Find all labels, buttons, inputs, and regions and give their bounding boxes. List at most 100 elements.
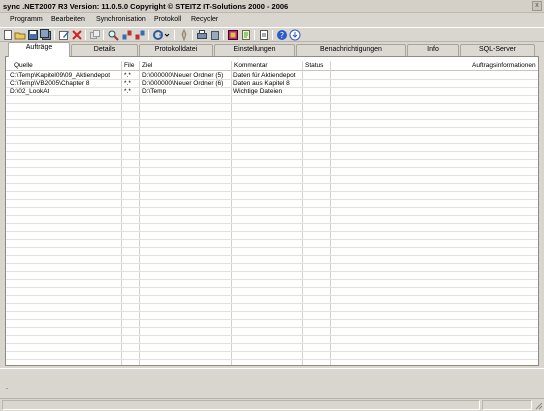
empty-row[interactable] [6, 320, 538, 328]
tab-protokolldatei[interactable]: Protokolldatei [139, 44, 213, 56]
tab-info[interactable]: Info [407, 44, 459, 56]
log-icon[interactable] [240, 29, 252, 41]
empty-row[interactable] [6, 352, 538, 360]
empty-row[interactable] [6, 240, 538, 248]
empty-row[interactable] [6, 272, 538, 280]
empty-row[interactable] [6, 160, 538, 168]
cell-quelle: C:\Temp\VB2005\Chapter 8 [10, 80, 90, 87]
empty-row[interactable] [6, 96, 538, 104]
tab-details[interactable]: Details [71, 44, 138, 56]
tab-benachrichtigungen[interactable]: Benachrichtigungen [296, 44, 406, 56]
column-header-status[interactable]: Status [305, 62, 323, 69]
tab-auftraege[interactable]: Aufträge [8, 42, 70, 57]
toolbar-separator [54, 30, 55, 40]
cell-file: *.* [124, 88, 131, 95]
cell-ziel: D:\Temp [142, 88, 167, 95]
empty-row[interactable] [6, 312, 538, 320]
tab-strip: Aufträge Details Protokolldatei Einstell… [0, 42, 544, 57]
cell-quelle: C:\Temp\Kapitel09\09_Aktiendepot [10, 72, 111, 79]
cell-file: *.* [124, 72, 131, 79]
copy-icon[interactable] [89, 29, 101, 41]
tab-sql-server[interactable]: SQL-Server [460, 44, 535, 56]
empty-row[interactable] [6, 104, 538, 112]
empty-row[interactable] [6, 232, 538, 240]
empty-row[interactable] [6, 128, 538, 136]
open-icon[interactable] [14, 29, 26, 41]
edit-icon[interactable] [58, 29, 70, 41]
column-header-file[interactable]: File [124, 62, 134, 69]
cell-ziel: D:\000000\Neuer Ordner (5) [142, 72, 224, 79]
toolbar-separator [148, 30, 149, 40]
cell-kommentar: Daten aus Kapitel 8 [233, 80, 290, 87]
spreadsheet-icon[interactable] [227, 29, 239, 41]
empty-row[interactable] [6, 192, 538, 200]
chevron-down-icon[interactable] [164, 29, 170, 41]
menu-protokoll[interactable]: Protokoll [154, 16, 181, 23]
jobs-grid: Quelle File Ziel Kommentar Status Auftra… [5, 56, 539, 366]
find-icon[interactable] [107, 29, 119, 41]
sync-icon[interactable] [121, 29, 133, 41]
toolbar-separator [103, 30, 104, 40]
toolbar-separator [85, 30, 86, 40]
tab-einstellungen[interactable]: Einstellungen [214, 44, 295, 56]
toolbar-separator [254, 30, 255, 40]
undo-icon[interactable] [152, 29, 164, 41]
menu-bearbeiten[interactable]: Bearbeiten [51, 16, 85, 23]
empty-row[interactable] [6, 264, 538, 272]
menu-synchronisation[interactable]: Synchronisation [96, 16, 146, 23]
empty-row[interactable] [6, 288, 538, 296]
toolbar-separator [223, 30, 224, 40]
column-header-ziel[interactable]: Ziel [142, 62, 152, 69]
save-all-icon[interactable] [40, 29, 52, 41]
toolbar-separator [174, 30, 175, 40]
empty-row[interactable] [6, 168, 538, 176]
resize-grip-icon[interactable] [534, 401, 543, 410]
column-header-kommentar[interactable]: Kommentar [234, 62, 268, 69]
empty-row[interactable] [6, 120, 538, 128]
column-header-quelle[interactable]: Quelle [14, 62, 33, 69]
table-row[interactable]: C:\Temp\VB2005\Chapter 8 *.* D:\000000\Neu… [6, 80, 538, 88]
empty-row[interactable] [6, 328, 538, 336]
empty-row[interactable] [6, 184, 538, 192]
menu-programm[interactable]: Programm [10, 16, 43, 23]
title-bar: sync .NET2007 R3 Version: 11.0.5.0 Copyr… [0, 0, 544, 13]
empty-row[interactable] [6, 216, 538, 224]
empty-row[interactable] [6, 224, 538, 232]
empty-row[interactable] [6, 304, 538, 312]
new-icon[interactable] [2, 29, 14, 41]
cell-kommentar: Daten für Aktiendepot [233, 72, 296, 79]
empty-row[interactable] [6, 296, 538, 304]
empty-row[interactable] [6, 344, 538, 352]
print-icon[interactable] [196, 29, 208, 41]
cell-quelle: D:\02_LookAt [10, 88, 50, 95]
disk-icon[interactable] [178, 28, 190, 42]
empty-row[interactable] [6, 176, 538, 184]
table-row[interactable]: D:\02_LookAt *.* D:\Temp Wichtige Dateien [6, 88, 538, 96]
sync-settings-icon[interactable] [134, 29, 146, 41]
empty-row[interactable] [6, 144, 538, 152]
empty-row[interactable] [6, 336, 538, 344]
grid-header: Quelle File Ziel Kommentar Status Auftra… [6, 61, 538, 71]
empty-row[interactable] [6, 136, 538, 144]
recycle-icon[interactable] [209, 29, 221, 41]
empty-row[interactable] [6, 152, 538, 160]
empty-row[interactable] [6, 280, 538, 288]
help-icon[interactable]: ? [276, 29, 288, 41]
save-icon[interactable] [27, 29, 39, 41]
close-button[interactable]: x [532, 1, 542, 11]
empty-row[interactable] [6, 112, 538, 120]
empty-row[interactable] [6, 248, 538, 256]
report-icon[interactable] [258, 29, 270, 41]
toolbar-separator [272, 30, 273, 40]
empty-row[interactable] [6, 256, 538, 264]
empty-row[interactable] [6, 208, 538, 216]
column-header-auftragsinformationen[interactable]: Auftragsinformationen [472, 62, 536, 69]
delete-icon[interactable] [71, 29, 83, 41]
empty-row[interactable] [6, 200, 538, 208]
cell-file: *.* [124, 80, 131, 87]
table-row[interactable]: C:\Temp\Kapitel09\09_Aktiendepot *.* D:\00… [6, 72, 538, 80]
menu-recycler[interactable]: Recycler [191, 16, 218, 23]
status-message: . [6, 384, 8, 391]
download-icon[interactable] [289, 29, 301, 41]
status-segment [2, 400, 480, 410]
